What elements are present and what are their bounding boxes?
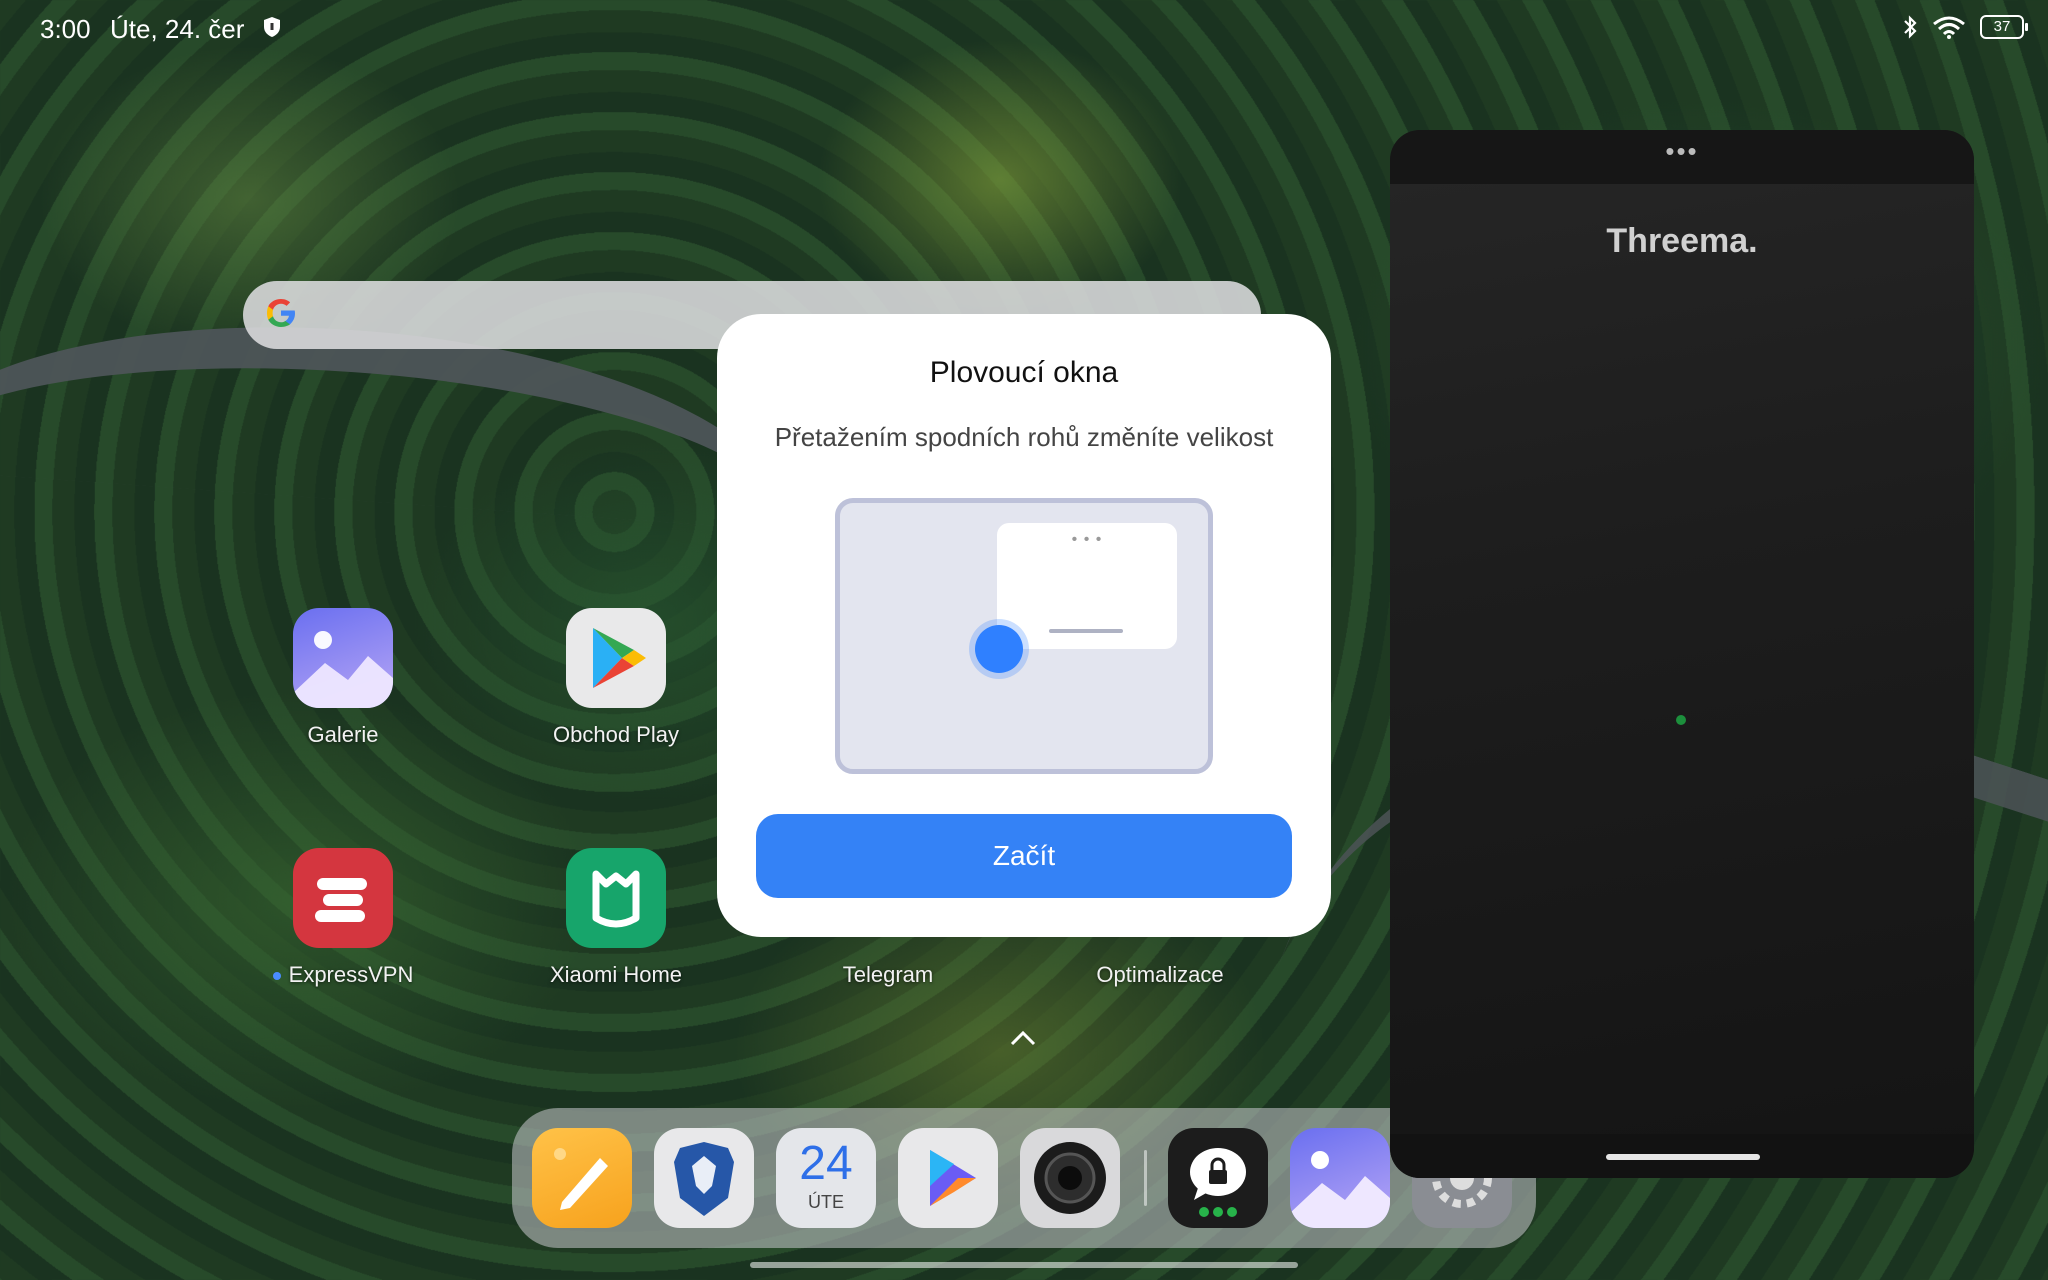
status-time: 3:00 — [40, 14, 91, 44]
dialog-title: Plovoucí okna — [929, 356, 1119, 389]
app-label: Obchod Play — [553, 722, 679, 747]
app-label: ExpressVPN — [288, 962, 414, 987]
wifi-icon — [1933, 16, 1965, 39]
chevron-up-icon[interactable] — [1010, 1020, 1036, 1054]
floating-window[interactable]: ••• Threema. — [1390, 130, 1974, 1178]
resize-handle-icon — [975, 625, 1023, 673]
gallery-icon — [293, 608, 393, 708]
calendar-icon[interactable]: 24 ÚTE — [776, 1128, 876, 1228]
expressvpn-icon — [293, 848, 393, 948]
start-button[interactable]: Začít — [756, 814, 1292, 898]
status-bar: 3:00 Úte, 24. čer 37 — [0, 0, 2048, 56]
resize-illustration: • • • — [835, 498, 1213, 774]
threema-logo: Threema. — [1606, 222, 1758, 260]
gallery-icon[interactable] — [1290, 1128, 1390, 1228]
app-label: Telegram — [842, 962, 934, 987]
loading-indicator — [1676, 715, 1686, 725]
xiaomi-home-icon — [566, 848, 666, 948]
app-obchod-play[interactable]: Obchod Play — [541, 608, 691, 748]
calendar-weekday: ÚTE — [808, 1192, 844, 1212]
calendar-day: 24 — [799, 1137, 853, 1190]
app-label: Galerie — [307, 722, 379, 747]
notification-dot — [272, 972, 281, 981]
floating-window-home-bar[interactable] — [1606, 1154, 1760, 1160]
notes-icon[interactable] — [532, 1128, 632, 1228]
app-galerie[interactable]: Galerie — [268, 608, 418, 748]
video-player-icon[interactable] — [898, 1128, 998, 1228]
dock: 24 ÚTE — [512, 1108, 1536, 1248]
illustration-line — [1049, 629, 1123, 633]
camera-icon[interactable] — [1020, 1128, 1120, 1228]
battery-icon: 37 — [1980, 15, 2028, 39]
floating-windows-dialog: Plovoucí okna Přetažením spodních rohů z… — [717, 314, 1331, 937]
status-date: Úte, 24. čer — [110, 14, 245, 44]
home-indicator[interactable] — [750, 1262, 1298, 1268]
bluetooth-icon — [1904, 15, 1917, 39]
app-label: Xiaomi Home — [549, 962, 683, 987]
illustration-window: • • • — [997, 523, 1177, 649]
dialog-subtitle: Přetažením spodních rohů změníte velikos… — [774, 422, 1274, 452]
brave-icon[interactable] — [654, 1128, 754, 1228]
play-store-icon — [566, 608, 666, 708]
app-label: Optimalizace — [1096, 962, 1224, 987]
threema-icon[interactable] — [1168, 1128, 1268, 1228]
google-logo-icon — [267, 299, 295, 327]
illustration-handle: • • • — [1071, 531, 1103, 548]
app-expressvpn[interactable]: ExpressVPN — [268, 848, 418, 988]
status-icons: 37 — [1902, 14, 2028, 40]
shield-icon — [264, 17, 280, 37]
dock-separator — [1144, 1150, 1147, 1206]
battery-level: 37 — [1993, 18, 2011, 35]
drag-handle-icon[interactable]: ••• — [1390, 138, 1974, 164]
app-xiaomi-home[interactable]: Xiaomi Home — [541, 848, 691, 988]
